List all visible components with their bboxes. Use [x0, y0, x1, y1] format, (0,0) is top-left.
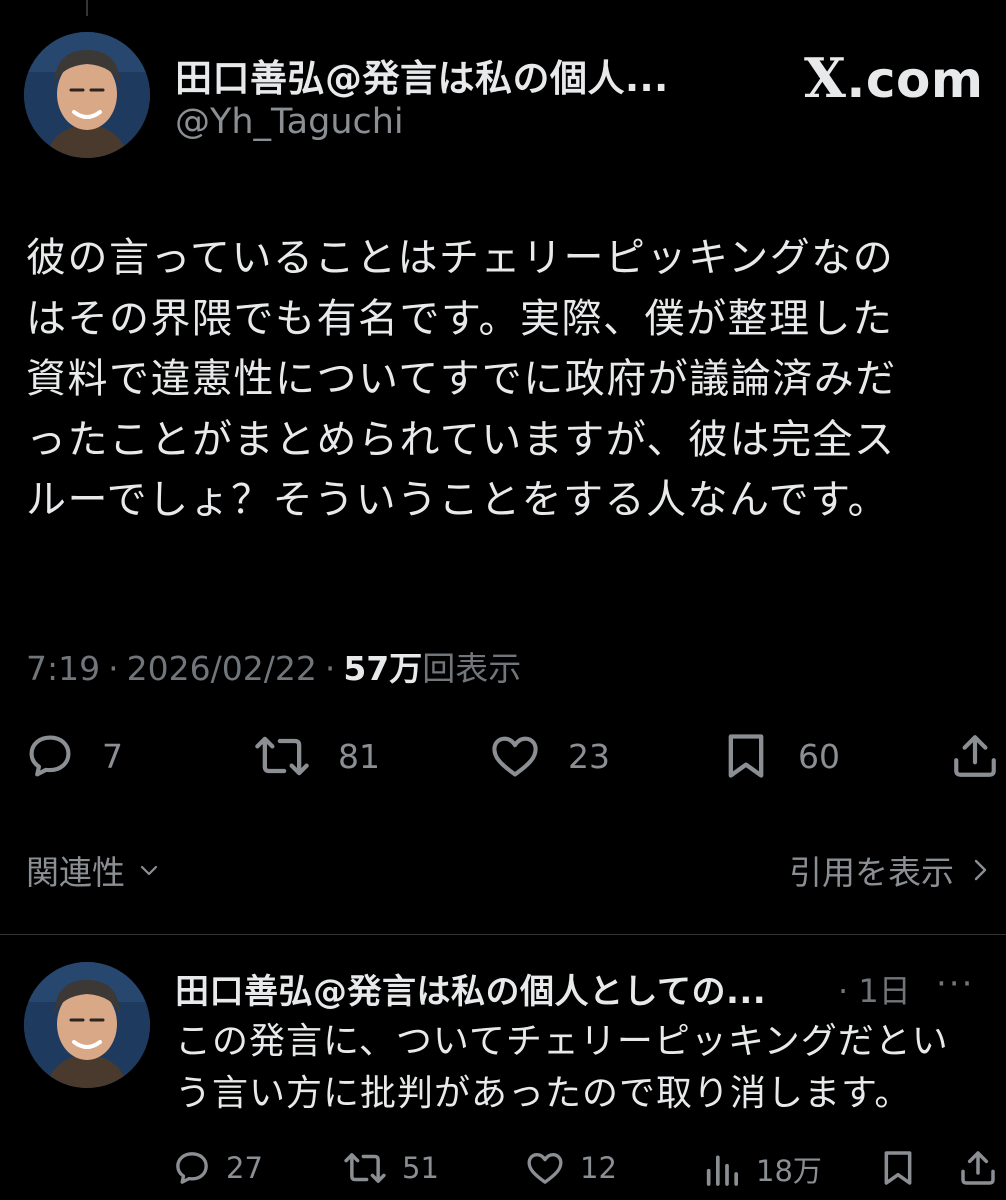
x-com-logo-text: .com — [846, 51, 984, 109]
reply-author-avatar[interactable] — [24, 962, 150, 1088]
chevron-right-icon — [974, 859, 987, 881]
like-button[interactable]: 23 — [488, 730, 610, 782]
avatar-photo-icon — [24, 962, 150, 1088]
reply-reply-count: 27 — [226, 1151, 263, 1185]
tweet-date[interactable]: 2026/02/22 — [127, 649, 317, 688]
meta-separator: · — [324, 649, 336, 688]
reply-repost-count: 51 — [402, 1151, 439, 1185]
comment-bubble-icon — [176, 1152, 208, 1184]
reply-text: この発言に、ついてチェリーピッキングだとい う言い方に批判があったので取り消しま… — [175, 1016, 985, 1120]
avatar-photo-icon — [24, 32, 150, 158]
reply-bookmark-button[interactable] — [878, 1148, 918, 1188]
reply-reply-button[interactable]: 27 — [172, 1148, 263, 1188]
relevance-sort-dropdown[interactable]: 関連性 — [26, 846, 161, 894]
bookmark-button[interactable]: 60 — [720, 730, 840, 782]
tweet-text-line: ルーでしょ？そういうことをする人なんです。 — [26, 477, 890, 523]
heart-icon — [492, 736, 538, 777]
author-handle[interactable]: @Yh_Taguchi — [175, 102, 404, 142]
reply-timestamp[interactable]: · 1日 — [838, 966, 911, 1012]
reply-author-name[interactable]: 田口善弘@発言は私の個人としての... — [175, 964, 766, 1013]
share-button[interactable] — [950, 730, 1000, 782]
reply-text-line: この発言に、ついてチェリーピッキングだとい — [175, 1021, 949, 1062]
share-upload-icon — [954, 735, 996, 777]
more-options-button[interactable]: ··· — [936, 964, 974, 1004]
reply-share-button[interactable] — [958, 1148, 998, 1188]
like-count: 23 — [568, 736, 610, 776]
bookmark-icon — [728, 734, 764, 778]
relevance-label: 関連性 — [26, 853, 125, 892]
tweet-text: 彼の言っていることはチェリーピッキングなの はその界隈でも有名です。実際、僕が整… — [26, 228, 966, 531]
reply-like-count: 12 — [580, 1151, 617, 1185]
share-upload-icon — [961, 1151, 995, 1185]
tweet-text-line: 彼の言っていることはチェリーピッキングなの — [26, 235, 895, 281]
reply-repost-button[interactable]: 51 — [342, 1148, 439, 1188]
repost-arrows-icon — [344, 1153, 386, 1183]
meta-separator: · — [108, 649, 119, 688]
reply-button[interactable]: 7 — [24, 730, 123, 782]
comment-bubble-icon — [29, 735, 71, 777]
reply-count: 7 — [102, 736, 123, 776]
repost-button[interactable]: 81 — [252, 730, 380, 782]
reply-text-line: う言い方に批判があったので取り消します。 — [175, 1073, 912, 1114]
tweet-text-line: ったことがまとめられていますが、彼は完全ス — [26, 416, 896, 463]
repost-arrows-icon — [255, 736, 309, 776]
tweet-meta: 7:19 · 2026/02/22 · 57万回表示 — [26, 642, 521, 690]
x-logo-icon: X — [804, 46, 847, 110]
tweet-time[interactable]: 7:19 — [26, 649, 100, 688]
reply-views-button[interactable]: 18万 — [702, 1148, 822, 1190]
repost-count: 81 — [338, 736, 380, 776]
tweet-text-line: 資料で違憲性についてすでに政府が議論済みだ — [26, 356, 897, 402]
author-name[interactable]: 田口善弘@発言は私の個人... — [175, 48, 669, 102]
x-com-logo: X.com — [804, 46, 984, 110]
divider — [0, 934, 1006, 935]
view-quotes-link[interactable]: 引用を表示 — [789, 846, 990, 894]
bookmark-count: 60 — [798, 736, 840, 776]
reply-views-count: 18万 — [756, 1154, 822, 1188]
view-quotes-label: 引用を表示 — [789, 853, 954, 892]
thread-connector-line — [86, 0, 88, 16]
bar-chart-icon — [706, 1155, 738, 1186]
author-avatar[interactable] — [24, 32, 150, 158]
views-label: 回表示 — [422, 649, 522, 688]
tweet-text-line: はその界隈でも有名です。実際、僕が整理した — [26, 295, 894, 342]
reply-like-button[interactable]: 12 — [524, 1148, 617, 1188]
views-count: 57万 — [343, 649, 423, 688]
chevron-down-icon — [140, 865, 158, 876]
heart-icon — [527, 1153, 563, 1184]
bookmark-icon — [884, 1151, 912, 1185]
